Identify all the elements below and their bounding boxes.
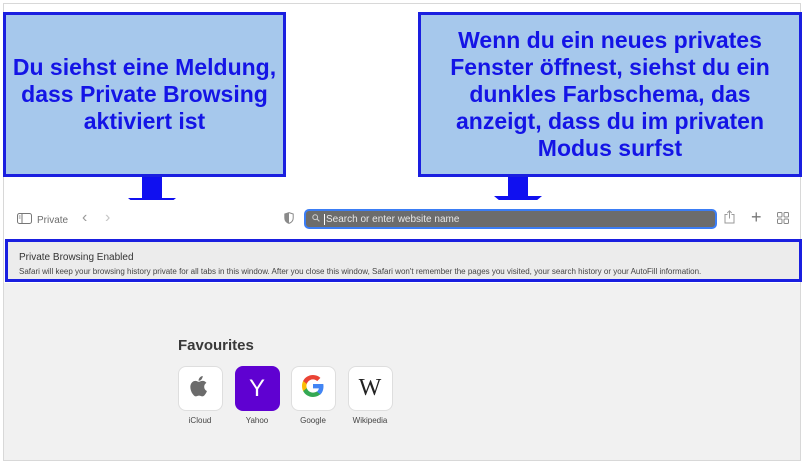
search-placeholder: Search or enter website name — [326, 213, 460, 225]
chevron-left-icon: ‹ — [82, 209, 88, 226]
sidebar-icon — [17, 213, 32, 227]
start-page: Favourites iCloud Y Yahoo Google W Wikip… — [4, 283, 800, 460]
shield-icon — [284, 212, 294, 227]
search-icon — [312, 213, 320, 225]
callout-right: Wenn du ein neues privates Fenster öffne… — [418, 12, 802, 177]
private-browsing-banner: Private Browsing Enabled Safari will kee… — [5, 239, 802, 282]
sidebar-toggle-button[interactable]: Private — [17, 213, 68, 227]
privacy-report-button[interactable] — [284, 212, 294, 227]
back-button[interactable]: ‹ — [82, 209, 87, 227]
share-icon — [724, 210, 735, 227]
favourite-tile — [290, 366, 336, 411]
banner-message: Safari will keep your browsing history p… — [19, 267, 702, 276]
chevron-right-icon: › — [105, 209, 111, 226]
favourite-yahoo[interactable]: Y Yahoo — [227, 366, 287, 425]
favourites-heading: Favourites — [178, 337, 254, 354]
search-input[interactable]: Search or enter website name — [304, 209, 717, 229]
apple-icon — [189, 373, 211, 404]
favourite-label: Yahoo — [245, 416, 269, 425]
browser-toolbar: Private ‹ › Search or enter website name… — [4, 200, 800, 238]
new-tab-button[interactable]: + — [751, 207, 762, 228]
favourite-tile: Y — [234, 366, 280, 411]
text-caret — [324, 213, 325, 225]
favourite-icloud[interactable]: iCloud — [170, 366, 230, 425]
google-icon — [300, 373, 326, 404]
favourite-label: Wikipedia — [352, 416, 388, 425]
favourite-wikipedia[interactable]: W Wikipedia — [340, 366, 400, 425]
callout-left: Du siehst eine Meldung, dass Private Bro… — [3, 12, 286, 177]
share-button[interactable] — [724, 210, 735, 227]
sidebar-label: Private — [37, 214, 69, 226]
favourite-google[interactable]: Google — [283, 366, 343, 425]
grid-icon — [777, 212, 789, 227]
favourite-tile: W — [347, 366, 393, 411]
yahoo-icon: Y — [248, 374, 265, 402]
favourite-label: iCloud — [188, 416, 212, 425]
forward-button[interactable]: › — [105, 209, 110, 227]
favourite-tile — [177, 366, 223, 411]
favourite-label: Google — [300, 416, 326, 425]
wikipedia-icon: W — [358, 375, 382, 401]
tab-overview-button[interactable] — [777, 212, 789, 227]
plus-icon: + — [751, 207, 762, 227]
banner-title: Private Browsing Enabled — [19, 252, 134, 263]
